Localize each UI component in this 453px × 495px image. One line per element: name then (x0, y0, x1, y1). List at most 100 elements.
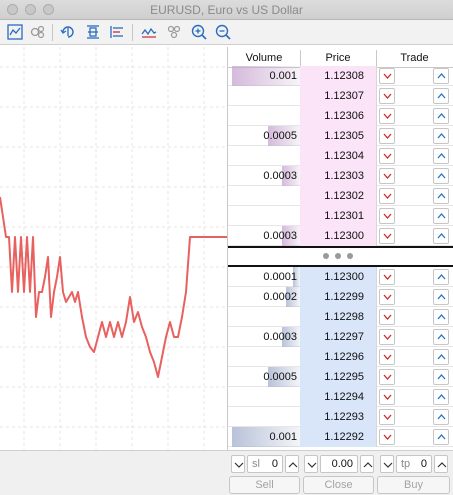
bid-row[interactable]: 0.0002 1.12299 (228, 287, 453, 307)
sell-limit-button[interactable] (379, 128, 395, 144)
signals-icon[interactable] (29, 23, 47, 41)
sell-limit-button[interactable] (379, 228, 395, 244)
buy-limit-button[interactable] (433, 188, 449, 204)
buy-limit-button[interactable] (433, 228, 449, 244)
cell-separator (376, 86, 377, 106)
ask-row[interactable]: 1.12301 (228, 206, 453, 226)
bid-row[interactable]: 0.0005 1.12295 (228, 367, 453, 387)
close-button[interactable]: Close (303, 476, 374, 494)
sell-limit-button[interactable] (379, 369, 395, 385)
sell-limit-button[interactable] (379, 108, 395, 124)
chevron-down-icon (383, 414, 392, 420)
buy-limit-button[interactable] (433, 88, 449, 104)
ask-row[interactable]: 0.001 1.12308 (228, 66, 453, 86)
price-cell: 1.12295 (300, 367, 376, 387)
buy-button[interactable]: Buy (377, 476, 450, 494)
sell-button[interactable]: Sell (229, 476, 300, 494)
buy-limit-button[interactable] (433, 289, 449, 305)
tick-chart[interactable] (0, 47, 227, 450)
buy-limit-button[interactable] (433, 329, 449, 345)
bid-row[interactable]: 1.12296 (228, 347, 453, 367)
chevron-down-icon (383, 113, 392, 119)
chevron-down-icon (383, 193, 392, 199)
sell-limit-button[interactable] (379, 309, 395, 325)
chevron-up-icon (437, 394, 446, 400)
bid-row[interactable]: 0.0003 1.12297 (228, 327, 453, 347)
price-cell: 1.12308 (300, 66, 376, 86)
column-header-volume[interactable]: Volume (228, 52, 300, 64)
ask-row[interactable]: 1.12304 (228, 146, 453, 166)
buy-limit-button[interactable] (433, 108, 449, 124)
buy-limit-button[interactable] (433, 429, 449, 445)
sell-limit-button[interactable] (379, 68, 395, 84)
sell-limit-button[interactable] (379, 349, 395, 365)
sell-limit-button[interactable] (379, 429, 395, 445)
buy-limit-button[interactable] (433, 269, 449, 285)
cell-separator (376, 347, 377, 367)
ask-row[interactable]: 0.0003 1.12300 (228, 226, 453, 246)
buy-limit-button[interactable] (433, 68, 449, 84)
tp-decrement-button[interactable] (380, 455, 394, 473)
sl-label: sl (252, 458, 260, 470)
ask-row[interactable]: 0.0003 1.12303 (228, 166, 453, 186)
buy-limit-button[interactable] (433, 349, 449, 365)
bid-row[interactable]: 1.12293 (228, 407, 453, 427)
sell-limit-button[interactable] (379, 389, 395, 405)
volume-field[interactable]: 0.00 (320, 455, 358, 473)
bid-row[interactable]: 1.12298 (228, 307, 453, 327)
buy-limit-button[interactable] (433, 409, 449, 425)
tick-chart-icon[interactable] (140, 23, 158, 41)
volume-cell: 0.0002 (263, 291, 297, 303)
dot (347, 253, 353, 259)
bid-row[interactable]: 1.12294 (228, 387, 453, 407)
sell-limit-button[interactable] (379, 88, 395, 104)
chevron-up-icon (437, 374, 446, 380)
buy-limit-button[interactable] (433, 148, 449, 164)
volume-decrement-button[interactable] (304, 455, 318, 473)
sell-limit-button[interactable] (379, 208, 395, 224)
sell-limit-button[interactable] (379, 148, 395, 164)
column-header-price[interactable]: Price (300, 52, 376, 64)
volume-cell: 0.0005 (263, 371, 297, 383)
sell-limit-button[interactable] (379, 289, 395, 305)
chevron-down-icon (383, 434, 392, 440)
ask-row[interactable]: 1.12306 (228, 106, 453, 126)
ask-row[interactable]: 1.12307 (228, 86, 453, 106)
sell-limit-button[interactable] (379, 168, 395, 184)
sell-limit-button[interactable] (379, 329, 395, 345)
buy-limit-button[interactable] (433, 309, 449, 325)
title-bar: EURUSD, Euro vs US Dollar (0, 0, 453, 20)
zoom-in-icon[interactable] (190, 23, 208, 41)
volume-increment-button[interactable] (360, 455, 374, 473)
chevron-down-icon (383, 314, 392, 320)
sell-limit-button[interactable] (379, 409, 395, 425)
center-price-icon[interactable] (84, 23, 102, 41)
ask-row[interactable]: 0.0005 1.12305 (228, 126, 453, 146)
bid-row[interactable]: 0.0001 1.12300 (228, 267, 453, 287)
buy-limit-button[interactable] (433, 369, 449, 385)
buy-limit-button[interactable] (433, 208, 449, 224)
sell-limit-button[interactable] (379, 188, 395, 204)
buy-limit-button[interactable] (433, 389, 449, 405)
sl-increment-button[interactable] (285, 455, 299, 473)
chart-settings-icon[interactable] (6, 23, 24, 41)
tp-increment-button[interactable] (434, 455, 448, 473)
buy-limit-button[interactable] (433, 128, 449, 144)
buy-limit-button[interactable] (433, 168, 449, 184)
cell-separator (376, 206, 377, 226)
chevron-up-icon (363, 462, 373, 468)
depth-icon[interactable] (108, 23, 126, 41)
indicators-icon[interactable] (165, 23, 183, 41)
chevron-up-icon (437, 434, 446, 440)
tp-field[interactable]: tp 0 (396, 455, 432, 473)
column-header-trade[interactable]: Trade (376, 52, 453, 64)
zoom-out-icon[interactable] (214, 23, 232, 41)
sell-limit-button[interactable] (379, 269, 395, 285)
dot (335, 253, 341, 259)
ask-row[interactable]: 1.12302 (228, 186, 453, 206)
one-click-trading-icon[interactable] (59, 23, 77, 41)
bid-row[interactable]: 0.001 1.12292 (228, 427, 453, 447)
sl-decrement-button[interactable] (231, 455, 245, 473)
tp-value: 0 (420, 458, 427, 470)
sl-field[interactable]: sl 0 (247, 455, 283, 473)
